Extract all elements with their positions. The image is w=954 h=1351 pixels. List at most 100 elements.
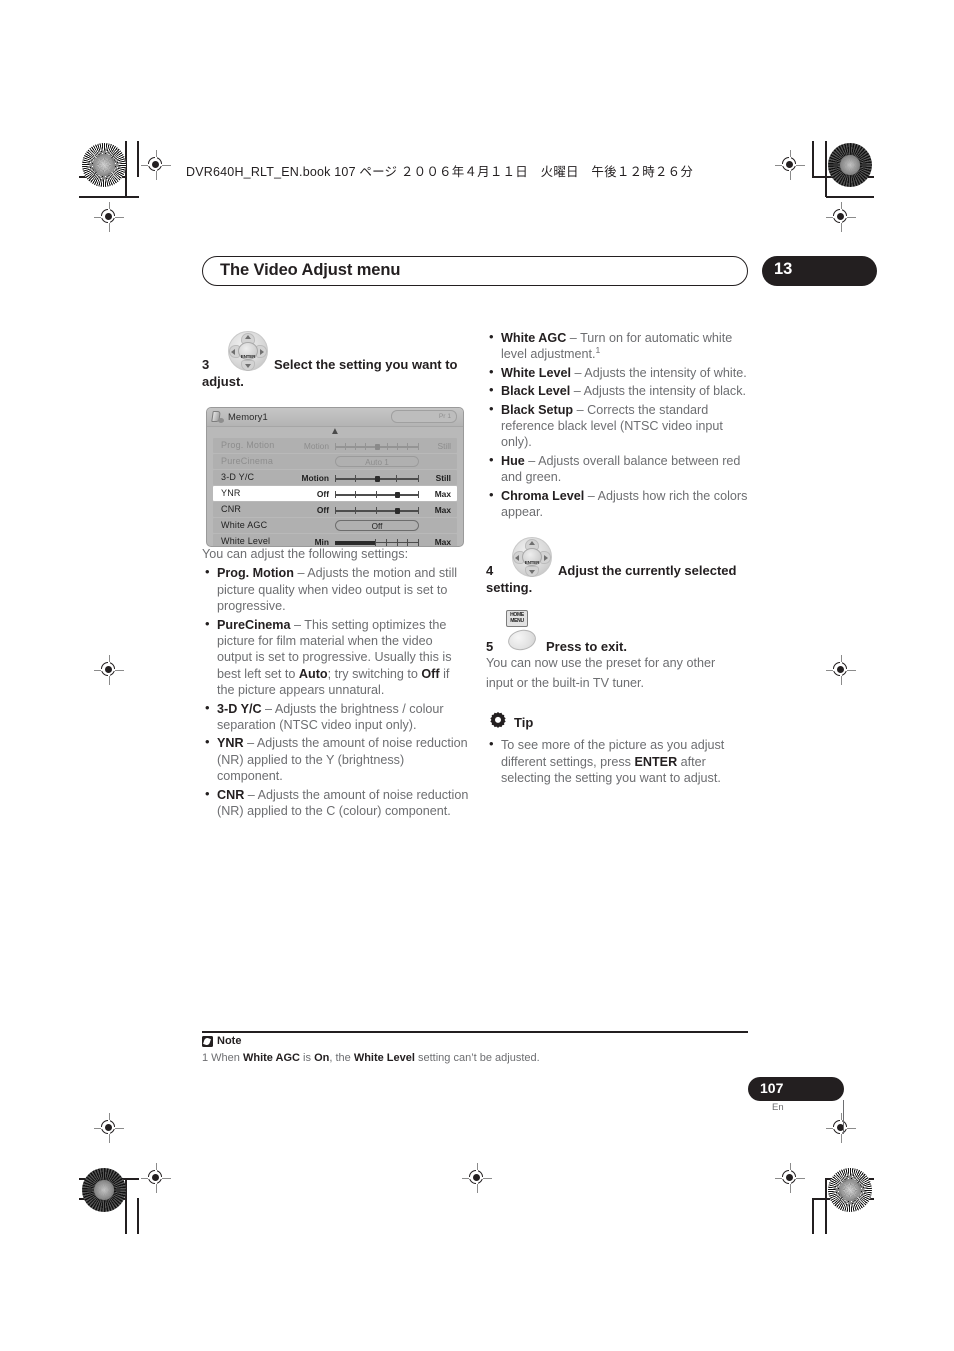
step-5-followup-line1: You can now use the preset for any other <box>486 656 716 671</box>
osd-row-low-label: Motion <box>301 472 329 483</box>
osd-row-high-label: Still <box>435 472 451 483</box>
desc-ynr: – Adjusts the amount of noise reduction … <box>217 736 468 784</box>
note-divider <box>202 1031 748 1033</box>
desc-hue: – Adjusts overall balance between red an… <box>501 453 741 485</box>
term-chroma-level: Chroma Level <box>501 488 585 503</box>
osd-row-ynr[interactable]: YNR Off Max <box>213 485 457 501</box>
term-hue: Hue <box>501 453 525 468</box>
osd-row-prog-motion[interactable]: Prog. Motion Motion Still <box>213 438 457 453</box>
memory-card-icon <box>211 410 224 424</box>
osd-option-value: Off <box>371 521 383 531</box>
registration-mark-left-lower <box>94 1113 124 1143</box>
term-prog-motion: Prog. Motion <box>217 566 294 581</box>
note-label: Note <box>217 1035 242 1047</box>
term-white-agc: White AGC <box>501 331 567 345</box>
tip-list: To see more of the picture as you adjust… <box>486 736 756 786</box>
tip-label: Tip <box>514 715 534 731</box>
osd-row-cnr[interactable]: CNR Off Max <box>213 501 457 517</box>
desc-purecinema-auto: Auto <box>298 666 328 681</box>
list-item-prog-motion: Prog. Motion – Adjusts the motion and st… <box>202 564 470 614</box>
osd-option-pill[interactable]: Auto 1 <box>335 455 419 467</box>
crop-line-top-right-h <box>826 196 874 198</box>
registration-mark-bottom-center <box>462 1163 492 1193</box>
crop-line-bottom-right-v2 <box>812 1198 814 1234</box>
step-3-text-line2: adjust. <box>202 374 244 389</box>
chapter-badge: 13 <box>762 256 877 286</box>
osd-row-high-label: Still <box>437 440 452 451</box>
osd-slider[interactable] <box>335 539 419 546</box>
page-title-pill: The Video Adjust menu <box>202 256 748 286</box>
home-menu-button-icon: HOME MENU <box>506 610 556 655</box>
osd-row-list: Prog. Motion Motion Still PureCinema Aut… <box>207 438 463 547</box>
osd-row-3d-yc[interactable]: 3-D Y/C Motion Still <box>213 469 457 485</box>
osd-row-white-level[interactable]: White Level Min Max <box>213 533 457 547</box>
term-white-level: White Level <box>501 365 571 380</box>
desc-purecinema-off: Off <box>421 666 440 681</box>
crop-line-top-right-v <box>825 141 827 197</box>
home-menu-key-label: HOME MENU <box>510 612 524 625</box>
print-rosette-bottom-right <box>828 1168 872 1212</box>
footnote-ref-1: 1 <box>595 345 601 356</box>
osd-row-white-agc[interactable]: White AGC Off <box>213 517 457 533</box>
note-bold-white-agc: White AGC <box>242 1052 300 1064</box>
osd-scroll-up-arrow[interactable]: ▲ <box>207 427 463 438</box>
osd-option-pill[interactable]: Off <box>335 519 419 531</box>
osd-slider[interactable] <box>335 491 419 499</box>
right-column: White AGC – Turn on for automatic white … <box>486 329 756 789</box>
note-bold-on: On <box>314 1052 330 1064</box>
settings-intro: You can adjust the following settings: <box>202 547 409 561</box>
registration-mark-right-mid <box>826 655 856 685</box>
osd-option-value: Auto 1 <box>365 457 389 467</box>
desc-black-level: – Adjusts the intensity of black. <box>570 384 747 399</box>
gear-icon <box>488 711 508 736</box>
list-item-hue: Hue – Adjusts overall balance between re… <box>486 452 756 486</box>
left-settings-list: Prog. Motion – Adjusts the motion and st… <box>202 564 470 820</box>
list-item-cnr: CNR – Adjusts the amount of noise reduct… <box>202 786 470 820</box>
crop-line-top-right-v2 <box>812 141 814 177</box>
osd-row-high-label: Max <box>434 488 451 499</box>
print-rosette-bottom-left <box>82 1168 126 1212</box>
osd-row-low-label: Motion <box>303 440 329 451</box>
osd-row-purecinema[interactable]: PureCinema Auto 1 <box>213 453 457 469</box>
registration-mark-bottom-left-inline <box>141 1163 171 1193</box>
step-5-followup-line2: input or the built-in TV tuner. <box>486 675 644 690</box>
page-title: The Video Adjust menu <box>220 261 401 279</box>
step-4: 4 ENTER Adjust the currently selected se… <box>486 536 756 596</box>
note-body: 1 When White AGC is On, the White Level … <box>202 1051 762 1065</box>
list-item-3d-yc: 3-D Y/C – Adjusts the brightness / colou… <box>202 700 470 734</box>
osd-slider[interactable] <box>335 507 419 515</box>
step-3: 3 ENTER Select the setting you want to a… <box>202 330 470 390</box>
note-text-mid1: is <box>300 1052 315 1064</box>
osd-slider[interactable] <box>335 443 419 451</box>
registration-mark-right-upper <box>826 202 856 232</box>
term-3d-yc: 3-D Y/C <box>217 701 262 716</box>
step-3-number: 3 <box>202 357 210 372</box>
osd-title: Memory1 <box>228 411 268 422</box>
osd-row-label: White Level <box>221 536 271 547</box>
print-rosette-top-right <box>828 143 872 187</box>
crop-line-bottom-right-v <box>825 1178 827 1234</box>
note-text-pre: 1 When <box>202 1052 243 1064</box>
desc-cnr: – Adjusts the amount of noise reduction … <box>217 787 469 819</box>
desc-white-level: – Adjusts the intensity of white. <box>570 365 747 380</box>
osd-row-label: 3-D Y/C <box>221 472 255 483</box>
registration-mark-top-left-inline <box>141 150 171 180</box>
registration-mark-top-right-inline <box>775 150 805 180</box>
list-item-black-setup: Black Setup – Corrects the standard refe… <box>486 401 756 451</box>
list-item-chroma-level: Chroma Level – Adjusts how rich the colo… <box>486 487 756 521</box>
step-4-text-line2: setting. <box>486 580 533 596</box>
crop-line-top-left-v2 <box>137 141 139 177</box>
term-ynr: YNR <box>217 736 244 751</box>
list-item-white-level: White Level – Adjusts the intensity of w… <box>486 364 756 381</box>
term-black-level: Black Level <box>501 384 571 399</box>
page-language-code: En <box>772 1102 784 1113</box>
osd-slider[interactable] <box>335 475 419 483</box>
osd-row-label: CNR <box>221 504 242 515</box>
right-settings-list: White AGC – Turn on for automatic white … <box>486 329 756 521</box>
tip-header: Tip <box>486 711 756 733</box>
osd-row-low-label: Off <box>316 504 329 515</box>
osd-row-label: White AGC <box>221 520 268 531</box>
print-rosette-top-left <box>82 143 126 187</box>
note-bold-white-level: White Level <box>353 1052 415 1064</box>
page-number-tick <box>843 1100 845 1134</box>
